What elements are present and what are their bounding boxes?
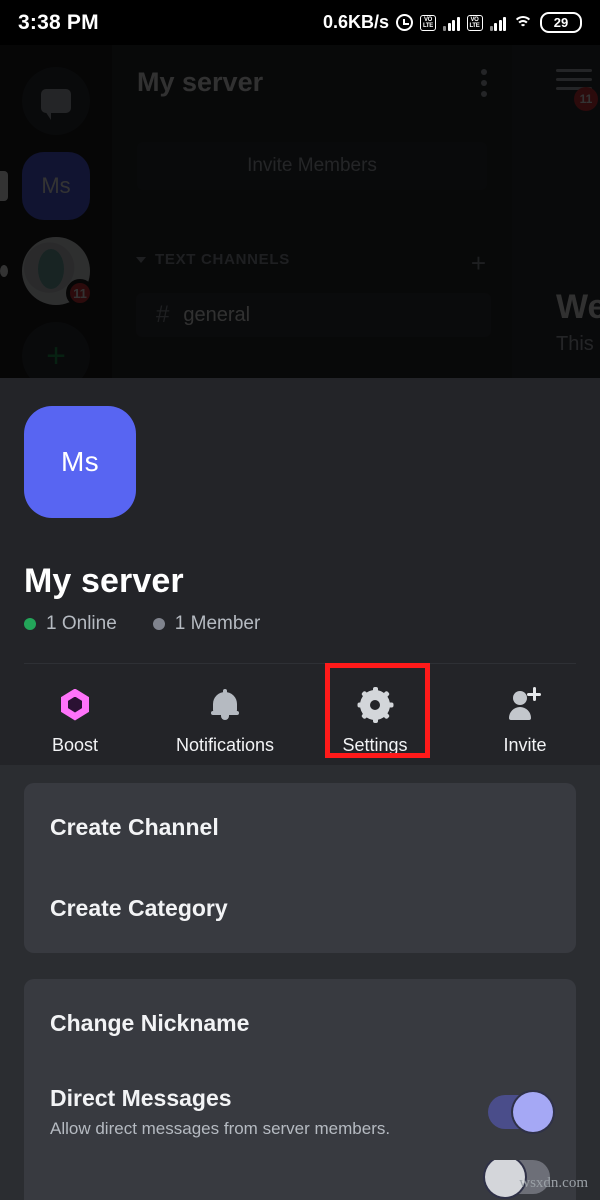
create-card: Create Channel Create Category (24, 783, 576, 953)
member-count-label: 1 Member (174, 613, 261, 634)
direct-messages-label: Direct Messages (50, 1085, 232, 1111)
scrim-overlay[interactable] (0, 45, 600, 378)
screen: 3:38 PM 0.6KB/s VO LTE VO LTE 29 Ms My s… (0, 0, 600, 1200)
add-person-icon (509, 687, 541, 722)
direct-messages-toggle[interactable] (488, 1092, 553, 1132)
server-avatar-initials: Ms (61, 446, 99, 477)
list-item-create-category[interactable]: Create Category (24, 868, 576, 949)
direct-messages-description: Allow direct messages from server member… (50, 1119, 391, 1138)
battery-indicator: 29 (540, 12, 582, 33)
member-status-dot (152, 618, 165, 630)
list-item-change-nickname[interactable]: Change Nickname (24, 983, 576, 1064)
volte-sim1-icon: VO LTE (420, 14, 436, 31)
status-time: 3:38 PM (18, 10, 99, 34)
alarm-clock-icon (396, 14, 413, 31)
sheet-header: Ms My server 1 Online 1 Member (0, 378, 600, 664)
settings-label: Settings (342, 734, 408, 755)
boost-label: Boost (51, 734, 99, 755)
server-stats: 1 Online 1 Member (24, 613, 576, 635)
create-channel-label: Create Channel (50, 814, 219, 840)
watermark: wsxdn.com (519, 1175, 588, 1191)
list-item-direct-messages[interactable]: Direct Messages Allow direct messages fr… (24, 1064, 576, 1160)
page-title: My server (24, 562, 184, 600)
status-bar: 3:38 PM 0.6KB/s VO LTE VO LTE 29 (0, 0, 600, 45)
bell-icon (211, 688, 239, 722)
boost-gem-icon (61, 688, 89, 722)
personalization-card: Change Nickname Direct Messages Allow di… (24, 979, 576, 1200)
invite-button[interactable]: Invite (450, 687, 600, 756)
online-count-label: 1 Online (46, 613, 117, 634)
list-item-partial[interactable] (24, 1160, 576, 1200)
gear-icon (357, 686, 393, 723)
list-item-create-channel[interactable]: Create Channel (24, 787, 576, 868)
notifications-label: Notifications (175, 734, 275, 755)
wifi-icon (513, 15, 533, 31)
signal-bars-sim2-icon (489, 15, 506, 31)
volte-sim1-bottom: LTE (423, 22, 433, 29)
background-app: Ms 11 + My server Invite Members TEXT CH… (0, 45, 600, 378)
settings-button[interactable]: Settings (300, 686, 450, 756)
change-nickname-label: Change Nickname (50, 1010, 250, 1036)
server-avatar[interactable]: Ms (24, 406, 136, 518)
create-category-label: Create Category (50, 895, 228, 921)
status-icons: 0.6KB/s VO LTE VO LTE 29 (323, 12, 582, 33)
action-row: Boost Notifications Settings Invite (0, 664, 600, 779)
boost-button[interactable]: Boost (0, 688, 150, 756)
invite-label: Invite (503, 734, 547, 755)
signal-bars-sim1-icon (443, 15, 460, 31)
volte-sim2-icon: VO LTE (466, 14, 483, 31)
server-options-sheet: Ms My server 1 Online 1 Member Boost Not… (0, 378, 600, 1200)
notifications-button[interactable]: Notifications (150, 688, 300, 756)
network-speed-text: 0.6KB/s (322, 12, 389, 32)
volte-sim2-bottom: LTE (469, 22, 480, 29)
online-status-dot (24, 618, 36, 630)
sheet-body: Create Channel Create Category Change Ni… (0, 765, 600, 1200)
